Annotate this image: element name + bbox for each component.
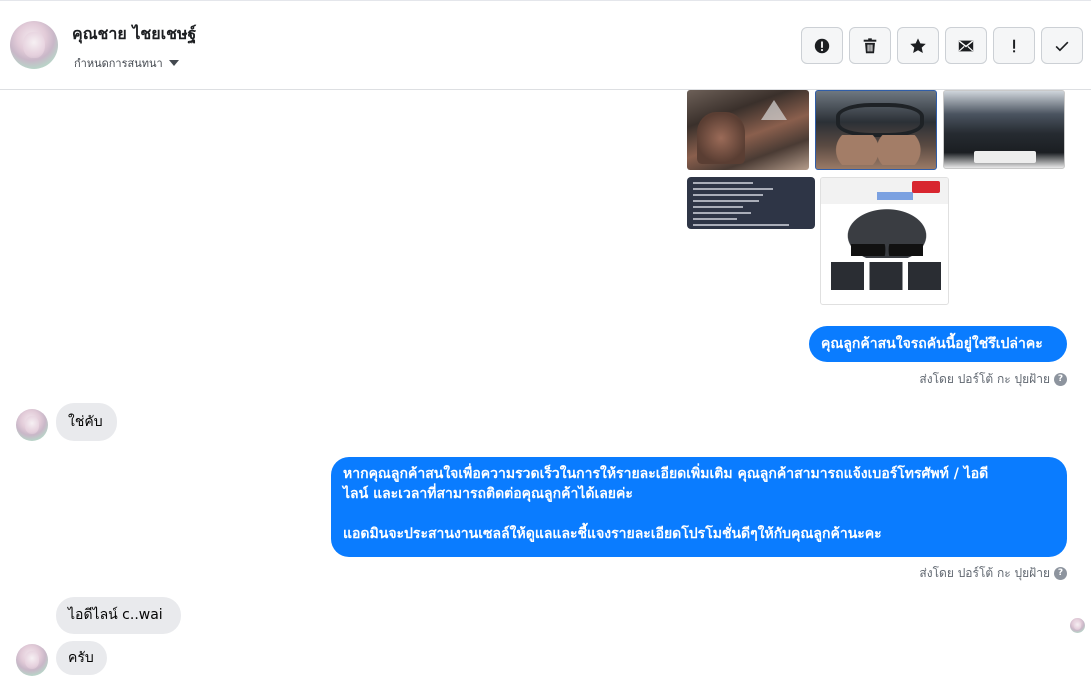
star-button[interactable] [897,27,939,64]
incoming-message[interactable]: ครับ [56,641,107,675]
envelope-icon [958,40,974,51]
done-button[interactable] [1041,27,1083,64]
sent-by-label: ส่งโดย ปอร์โต้ กะ ปุยฝ้าย ? [919,564,1067,583]
help-icon[interactable]: ? [1054,373,1067,386]
outgoing-message[interactable]: คุณลูกค้าสนใจรถคันนี้อยู่ใช่รึเปล่าคะ [809,326,1067,362]
car-ad-card[interactable] [820,177,949,305]
mark-unread-button[interactable] [945,27,987,64]
contact-name[interactable]: คุณชาย ไชยเชษฐ์ [72,22,196,47]
conversation-header: คุณชาย ไชยเชษฐ์ กำหนดการสนทนา [0,0,1091,90]
contact-avatar-small[interactable] [16,409,48,441]
caret-down-icon [168,60,179,66]
car-interior-photo-1[interactable] [687,90,809,170]
delete-button[interactable] [849,27,891,64]
seen-indicator-avatar [1070,618,1085,633]
sent-by-label: ส่งโดย ปอร์โต้ กะ ปุยฝ้าย ? [919,370,1067,389]
contact-avatar[interactable] [10,21,58,69]
contact-avatar-small[interactable] [16,644,48,676]
check-icon [1055,41,1069,51]
help-icon[interactable]: ? [1054,567,1067,580]
message-text: คุณลูกค้าสนใจรถคันนี้อยู่ใช่รึเปล่าคะ [821,336,1043,352]
message-text-line: แอดมินจะประสานงานเซลล์ให้ดูแลและชี้แจงรา… [343,526,882,542]
car-interior-photo-2[interactable] [815,90,937,170]
report-button[interactable] [801,27,843,64]
sent-by-text: ส่งโดย ปอร์โต้ กะ ปุยฝ้าย [919,372,1050,386]
messenger-conversation: คุณชาย ไชยเชษฐ์ กำหนดการสนทนา คุณลูกค้าส… [0,0,1091,679]
star-icon [910,37,926,53]
message-text-line: หากคุณลูกค้าสนใจเพื่อความรวดเร็วในการให้… [343,466,989,482]
incoming-message[interactable]: ไอดีไลน์ c..wai [56,597,181,634]
car-spec-card[interactable] [687,177,815,229]
message-text: ครับ [68,650,94,666]
message-text: ใช่คับ [68,414,103,430]
message-text-line: ไลน์ และเวลาที่สามารถติดต่อคุณลูกค้าได้เ… [343,486,633,502]
car-engine-photo[interactable] [943,90,1065,169]
message-text: ไอดีไลน์ c..wai [68,607,163,623]
outgoing-message[interactable]: หากคุณลูกค้าสนใจเพื่อความรวดเร็วในการให้… [331,457,1067,557]
trash-icon [863,37,877,53]
alert-circle-icon [814,38,830,53]
sent-by-text: ส่งโดย ปอร์โต้ กะ ปุยฝ้าย [919,566,1050,580]
conversation-settings-dropdown[interactable]: กำหนดการสนทนา [74,54,179,72]
conversation-toolbar [801,27,1083,64]
incoming-message[interactable]: ใช่คับ [56,403,117,441]
important-button[interactable] [993,27,1035,64]
conversation-settings-label: กำหนดการสนทนา [74,57,163,70]
exclamation-icon [1013,39,1016,52]
